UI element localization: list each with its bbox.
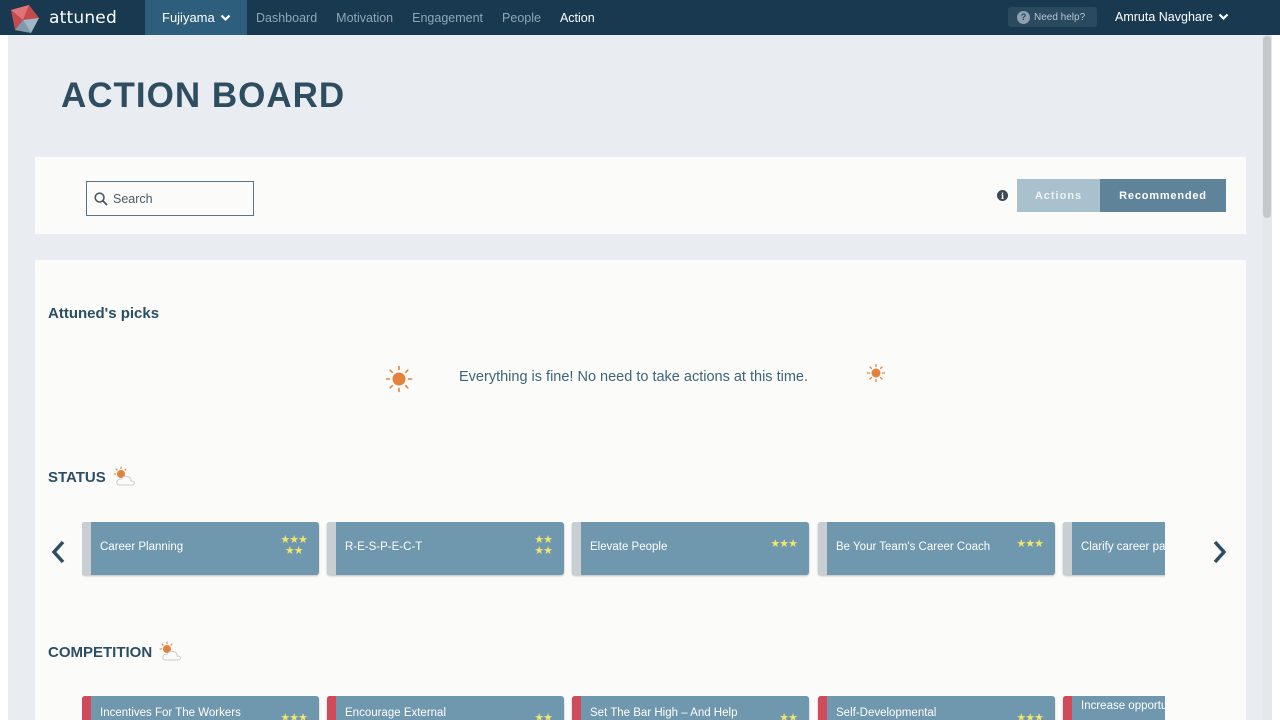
card-edge (327, 696, 336, 720)
no-action-message: Everything is fine! No need to take acti… (459, 369, 808, 385)
star-rating: ★★★ (280, 712, 308, 720)
page-title: ACTION BOARD (61, 76, 346, 115)
small-sun-icon (866, 363, 886, 383)
competition-carousel: Incentives For The Workers ★★★ Encourage… (82, 696, 1165, 720)
search-box[interactable] (86, 181, 254, 216)
question-icon: ? (1017, 10, 1030, 24)
picks-heading-label: Attuned's picks (48, 305, 160, 322)
card-edge (1063, 522, 1072, 575)
filter-panel: i Actions Recommended (35, 157, 1246, 234)
need-help-label: Need help? (1034, 11, 1086, 23)
star-rating: ★★ (779, 712, 798, 720)
org-selector[interactable]: Fujiyama (145, 0, 247, 35)
search-icon (94, 191, 108, 206)
nav-dashboard[interactable]: Dashboard (256, 11, 317, 25)
scrollbar-thumb[interactable] (1263, 36, 1271, 218)
right-edge (1272, 35, 1280, 720)
nav-engagement[interactable]: Engagement (412, 11, 483, 25)
card-edge (818, 522, 827, 575)
card-label: Elevate People (590, 541, 668, 553)
card-edge (818, 696, 827, 720)
attuned-logo-icon[interactable] (9, 4, 41, 34)
card-edge (572, 696, 581, 720)
card-edge (572, 522, 581, 575)
card-label: Set The Bar High – And Help (590, 707, 738, 719)
org-name: Fujiyama (162, 10, 215, 25)
card-label: R-E-S-P-E-C-T (345, 541, 423, 553)
status-heading-label: STATUS (48, 468, 106, 486)
card-edge (1063, 696, 1072, 720)
chevron-down-icon (220, 14, 231, 21)
card-label: Incentives For The Workers (100, 707, 241, 719)
star-rating: ★★ ★★ (534, 534, 553, 557)
search-input[interactable] (113, 191, 243, 206)
star-rating: ★★ (534, 712, 553, 720)
picks-heading: Attuned's picks (48, 305, 159, 322)
star-rating: ★★★ (770, 538, 798, 550)
sun-icon (385, 365, 413, 393)
competition-heading-label: COMPETITION (48, 643, 153, 661)
action-card[interactable]: Self-Developmental ★★★ (818, 696, 1055, 720)
partly-cloudy-icon (159, 641, 182, 661)
star-rating: ★★★ ★★ (280, 534, 308, 557)
star-rating: ★★★ (1016, 538, 1044, 550)
card-label: Be Your Team's Career Coach (836, 541, 991, 553)
brand-name[interactable]: attuned (49, 8, 117, 28)
action-card[interactable]: Career Planning ★★★ ★★ (82, 522, 319, 575)
action-card[interactable]: Be Your Team's Career Coach ★★★ (818, 522, 1055, 575)
action-card[interactable]: Elevate People ★★★ (572, 522, 809, 575)
card-edge (327, 522, 336, 575)
user-name: Amruta Navghare (1115, 10, 1213, 24)
card-label: Encourage External (345, 707, 447, 719)
nav-motivation[interactable]: Motivation (336, 11, 393, 25)
need-help-button[interactable]: ? Need help? (1008, 7, 1097, 27)
status-heading: STATUS (48, 466, 138, 488)
card-label: Increase opportu (1081, 700, 1165, 712)
action-card[interactable]: R-E-S-P-E-C-T ★★ ★★ (327, 522, 564, 575)
star-rating: ★★★ (1016, 712, 1044, 720)
card-label: Career Planning (100, 541, 184, 553)
action-card[interactable]: Set The Bar High – And Help ★★ (572, 696, 809, 720)
status-next-arrow-icon[interactable] (1212, 539, 1228, 565)
user-menu[interactable]: Amruta Navghare (1115, 10, 1229, 24)
nav-people[interactable]: People (502, 11, 541, 25)
card-label: Clarify career pa (1081, 541, 1165, 553)
action-card[interactable]: Clarify career pa (1063, 522, 1165, 575)
chevron-down-icon (1218, 13, 1229, 21)
card-edge (82, 522, 91, 575)
info-icon[interactable]: i (997, 190, 1008, 201)
action-board-panel: Attuned's picks Everything is fine! No n… (35, 260, 1246, 720)
nav-action[interactable]: Action (560, 11, 595, 25)
status-prev-arrow-icon[interactable] (50, 539, 66, 565)
card-edge (82, 696, 91, 720)
recommended-toggle-button[interactable]: Recommended (1100, 179, 1226, 212)
actions-toggle-button[interactable]: Actions (1017, 179, 1100, 212)
top-navigation-bar: attuned Fujiyama Dashboard Motivation En… (0, 0, 1280, 35)
action-card[interactable]: Increase opportu (1063, 696, 1165, 720)
card-label: Self-Developmental (836, 707, 937, 719)
status-carousel: Career Planning ★★★ ★★ R-E-S-P-E-C-T ★★ ★★… (82, 522, 1165, 582)
main-nav: Dashboard Motivation Engagement People A… (256, 0, 595, 35)
action-card[interactable]: Encourage External ★★ (327, 696, 564, 720)
left-edge (0, 35, 8, 720)
partly-cloudy-icon (113, 466, 135, 486)
view-toggle: Actions Recommended (1017, 179, 1226, 212)
action-card[interactable]: Incentives For The Workers ★★★ (82, 696, 319, 720)
competition-heading: COMPETITION (48, 641, 184, 663)
